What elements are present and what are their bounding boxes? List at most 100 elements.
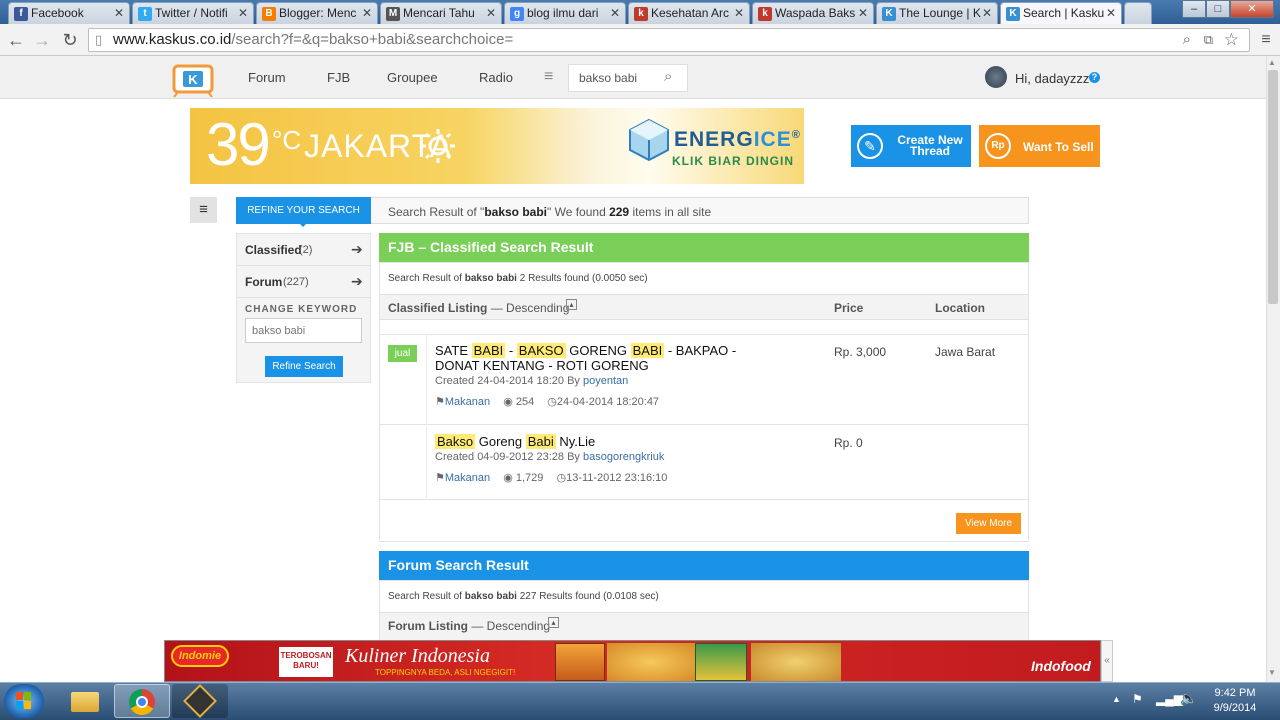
scrollbar-thumb[interactable] xyxy=(1268,70,1278,304)
title-highlight: BABI xyxy=(471,343,506,358)
ad-headline: Kuliner Indonesia xyxy=(345,645,490,667)
scroll-down-icon[interactable]: ▼ xyxy=(1268,668,1276,677)
arrow-right-icon: ➔ xyxy=(351,241,363,257)
sidebar-toggle-icon[interactable]: ≡ xyxy=(190,197,217,223)
filter-forum[interactable]: Forum (227) ➔ xyxy=(237,266,370,298)
avatar[interactable] xyxy=(985,66,1007,88)
listing-title[interactable]: Bakso Goreng Babi Ny.Lie xyxy=(435,434,780,449)
close-tab-icon[interactable]: ✕ xyxy=(114,3,124,23)
browser-tab[interactable]: K The Lounge | K ✕ xyxy=(876,2,998,24)
close-tab-icon[interactable]: ✕ xyxy=(610,3,620,23)
user-greeting[interactable]: Hi, dadayzzz xyxy=(1015,71,1089,86)
maximize-button[interactable]: □ xyxy=(1206,0,1230,18)
browser-tab[interactable]: K Search | Kasku ✕ xyxy=(1000,2,1122,25)
forum-col-listing-label: Forum Listing xyxy=(388,619,468,633)
want-to-sell-button[interactable]: Rp Want To Sell xyxy=(979,125,1100,167)
menu-icon[interactable]: ≡ xyxy=(1254,29,1278,51)
tray-expand-icon[interactable]: ▲ xyxy=(1112,694,1121,704)
forum-col-listing[interactable]: Forum Listing — Descending xyxy=(388,619,550,633)
fjb-col-listing[interactable]: Classified Listing — Descending xyxy=(388,301,569,315)
sort-toggle-icon[interactable]: ▴ xyxy=(566,299,577,310)
close-tab-icon[interactable]: ✕ xyxy=(238,3,248,23)
close-window-button[interactable]: ✕ xyxy=(1230,0,1274,18)
back-icon[interactable]: ← xyxy=(4,29,28,51)
chrome-icon xyxy=(129,689,155,715)
media-player-icon xyxy=(183,684,217,718)
search-icon[interactable]: ⌕ xyxy=(1183,29,1191,51)
listing-created: Created 04-09-2012 23:28 By basogorengkr… xyxy=(435,451,664,463)
clock-date: 9/9/2014 xyxy=(1213,702,1257,714)
summary-count: 229 xyxy=(609,205,630,219)
nav-fjb[interactable]: FJB xyxy=(327,70,350,85)
taskbar-chrome-button[interactable] xyxy=(114,684,170,718)
start-button[interactable] xyxy=(4,684,44,718)
refine-search-button[interactable]: Refine Search xyxy=(265,356,343,377)
tab-refine-search[interactable]: REFINE YOUR SEARCH xyxy=(236,197,371,224)
network-signal-icon[interactable]: ▂▄▆ xyxy=(1156,692,1183,706)
summary-post: items in all site xyxy=(629,205,712,219)
kaskus-logo[interactable]: K xyxy=(168,61,220,98)
taskbar-explorer-button[interactable] xyxy=(57,684,113,718)
listing-location: Jawa Barat xyxy=(935,345,996,359)
browser-tab[interactable]: t Twitter / Notifi ✕ xyxy=(132,2,254,24)
nav-radio[interactable]: Radio xyxy=(479,70,513,85)
close-tab-icon[interactable]: ✕ xyxy=(362,3,372,23)
forum-col-order: — Descending xyxy=(468,619,551,633)
close-tab-icon[interactable]: ✕ xyxy=(734,3,744,23)
banner-deg: °C xyxy=(272,125,302,155)
view-more-button[interactable]: View More xyxy=(956,513,1021,534)
filter-classified[interactable]: Classified (2) ➔ xyxy=(237,234,370,266)
banner-ad[interactable]: 39 °C JAKARTA ENERGICE® KLIK BIAR DINGIN xyxy=(190,108,804,184)
taskbar-clock[interactable]: 9:42 PM 9/9/2014 xyxy=(1200,686,1270,716)
ad-collapse-icon[interactable]: « xyxy=(1101,640,1113,682)
forward-icon[interactable]: → xyxy=(30,29,54,51)
create-thread-label: Create New Thread xyxy=(897,133,963,158)
browser-tab[interactable]: g blog ilmu dari ✕ xyxy=(504,2,626,24)
nav-groupee[interactable]: Groupee xyxy=(387,70,438,85)
summary-pre: Search Result of " xyxy=(388,205,485,219)
facebook-icon: f xyxy=(14,7,28,21)
bottom-ad-banner[interactable]: Indomie TEROBOSAN BARU! Kuliner Indonesi… xyxy=(164,640,1101,682)
browser-tab[interactable]: M Mencari Tahu ✕ xyxy=(380,2,502,24)
bookmark-star-icon[interactable]: ☆ xyxy=(1224,29,1239,51)
new-tab-button[interactable] xyxy=(1124,2,1152,24)
clock-icon: ◷ xyxy=(547,396,557,408)
close-tab-icon[interactable]: ✕ xyxy=(982,3,992,23)
browser-tab[interactable]: k Waspada Baks ✕ xyxy=(752,2,874,24)
nav-forum[interactable]: Forum xyxy=(248,70,286,85)
scroll-up-icon[interactable]: ▲ xyxy=(1268,58,1276,67)
updated-time: 13-11-2012 23:16:10 xyxy=(566,472,668,484)
sort-toggle-icon[interactable]: ▴ xyxy=(548,617,559,628)
author-link[interactable]: poyentan xyxy=(583,375,628,387)
minimize-button[interactable]: – xyxy=(1182,0,1206,18)
banner-reg: ® xyxy=(791,129,801,141)
close-tab-icon[interactable]: ✕ xyxy=(486,3,496,23)
reload-icon[interactable]: ↻ xyxy=(58,29,82,51)
browser-tab[interactable]: B Blogger: Menc ✕ xyxy=(256,2,378,24)
close-tab-icon[interactable]: ✕ xyxy=(858,3,868,23)
translate-icon[interactable]: ⧉ xyxy=(1204,29,1213,51)
close-tab-icon[interactable]: ✕ xyxy=(1106,3,1116,23)
chrome-icon-center xyxy=(136,696,148,708)
category-link[interactable]: Makanan xyxy=(445,472,490,484)
tab-label: Kesehatan Arc xyxy=(651,6,730,20)
author-link[interactable]: basogorengkriuk xyxy=(583,451,664,463)
create-thread-button[interactable]: ✎ Create New Thread xyxy=(851,125,971,167)
search-icon[interactable]: ⌕ xyxy=(664,68,672,85)
address-bar[interactable]: ▯ www.kaskus.co.id/search?f=&q=bakso+bab… xyxy=(88,28,1250,52)
table-row[interactable]: jual SATE BABI - BAKSO GORENG BABI - BAK… xyxy=(380,335,1028,425)
browser-tab[interactable]: f Facebook ✕ xyxy=(8,2,130,24)
table-row[interactable]: Bakso Goreng Babi Ny.Lie Created 04-09-2… xyxy=(380,426,1028,500)
help-icon[interactable]: ? xyxy=(1089,72,1100,83)
volume-icon[interactable]: 🔈 xyxy=(1180,690,1197,707)
category-link[interactable]: Makanan xyxy=(445,396,490,408)
listing-title[interactable]: SATE BABI - BAKSO GORENG BABI - BAKPAO -… xyxy=(435,343,780,373)
banner-temp: 39 xyxy=(206,111,271,178)
hamburger-icon[interactable]: ≡ xyxy=(544,68,553,86)
taskbar-app-button[interactable] xyxy=(172,684,228,718)
browser-tab[interactable]: k Kesehatan Arc ✕ xyxy=(628,2,750,24)
banner-brand: ENERGICE® xyxy=(674,128,801,152)
title-part: SATE xyxy=(435,343,472,358)
action-center-flag-icon[interactable]: ⚑ xyxy=(1132,692,1143,706)
keyword-input[interactable] xyxy=(245,318,362,343)
